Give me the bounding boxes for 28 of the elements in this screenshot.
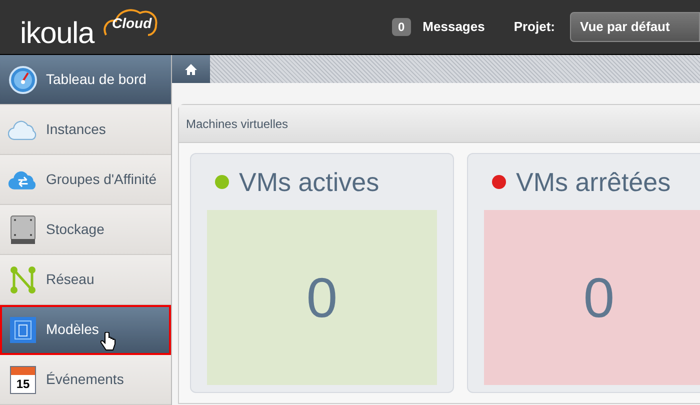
card-title: VMs actives	[239, 166, 380, 198]
sidebar-item[interactable]: Tableau de bord	[0, 55, 171, 105]
sidebar-item[interactable]: 15 Événements	[0, 355, 171, 405]
cloud-icon	[8, 118, 38, 140]
vm-count: 0	[583, 264, 615, 330]
message-count-badge: 0	[392, 18, 411, 36]
hand-cursor-icon	[100, 332, 116, 352]
cloud-outline-icon	[102, 7, 160, 37]
network-nodes-icon	[10, 266, 36, 294]
project-dropdown[interactable]: Vue par défaut	[570, 12, 700, 42]
sidebar-item[interactable]: Stockage	[0, 205, 171, 255]
template-icon	[10, 316, 36, 342]
sidebar-item[interactable]: Réseau	[0, 255, 171, 305]
messages-link[interactable]: Messages	[422, 17, 485, 37]
cloud-arrows-icon	[8, 168, 38, 190]
logo: ikoula Cloud	[20, 7, 162, 53]
home-icon	[185, 64, 197, 74]
calendar-icon: 15	[10, 366, 36, 394]
sidebar-item[interactable]: Groupes d'Affinité	[0, 155, 171, 205]
vm-count: 0	[306, 264, 338, 330]
gauge-icon	[9, 66, 37, 94]
sidebar-item[interactable]: Instances	[0, 105, 171, 155]
project-label: Projet:	[514, 18, 555, 36]
hard-drive-icon	[10, 214, 36, 244]
home-breadcrumb[interactable]	[172, 55, 210, 83]
sidebar-item[interactable]: Modèles	[0, 305, 171, 355]
card-title: VMs arrêtées	[516, 166, 671, 198]
panel-title: Machines virtuelles	[186, 116, 288, 132]
